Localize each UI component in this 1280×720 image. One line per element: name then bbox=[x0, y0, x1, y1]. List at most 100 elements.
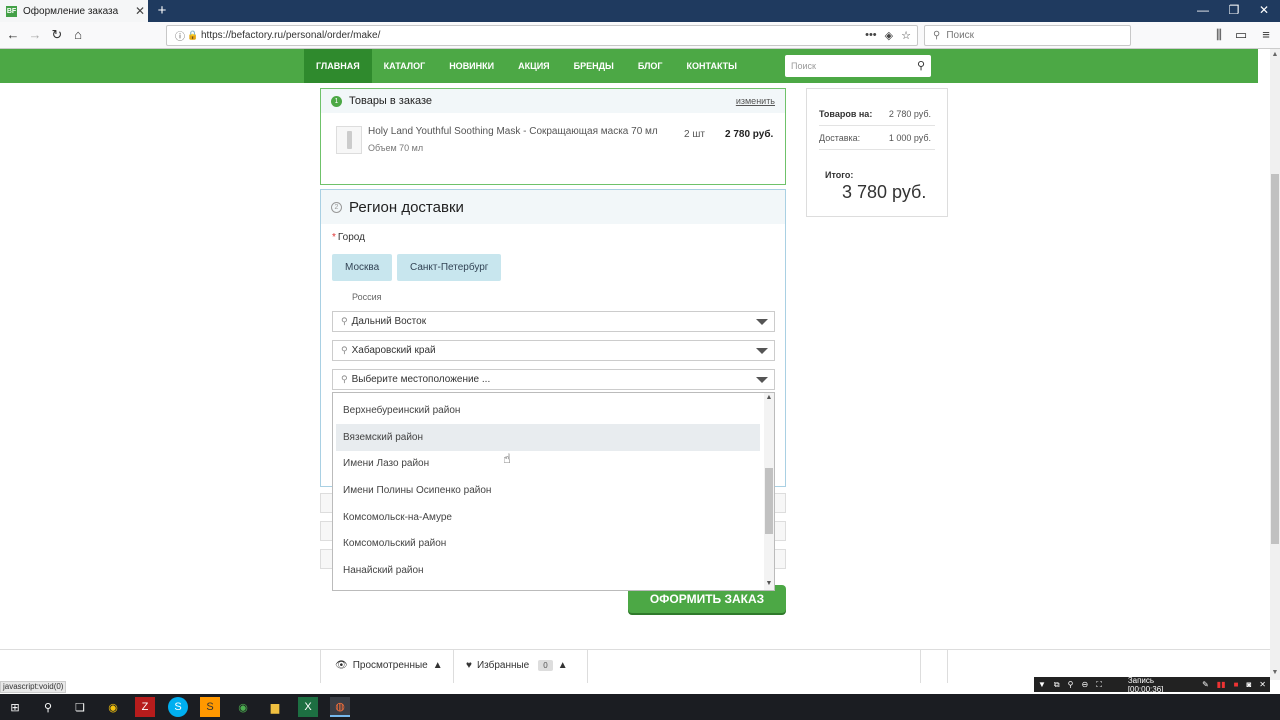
fullscreen-icon[interactable]: ⛶ bbox=[1096, 680, 1102, 690]
delivery-region-title: Регион доставки bbox=[349, 198, 464, 216]
dropdown-scrollbar-thumb[interactable] bbox=[765, 468, 773, 534]
summary-delivery-value: 1 000 руб. bbox=[888, 133, 931, 143]
search-icon: ⚲ bbox=[933, 30, 941, 41]
menu-item-new[interactable]: НОВИНКИ bbox=[437, 49, 506, 83]
home-icon[interactable]: ⌂ bbox=[70, 27, 86, 42]
search-icon[interactable]: ⚲ bbox=[38, 697, 58, 717]
list-item[interactable]: Верхнебуреинский район bbox=[336, 397, 760, 424]
region-select[interactable]: ⚲ Дальний Восток bbox=[332, 311, 775, 332]
summary-total-label: Итого: bbox=[825, 170, 854, 180]
product-quantity: 2 шт bbox=[684, 129, 705, 140]
sidebar-icon[interactable]: ▭ bbox=[1233, 27, 1249, 43]
search-icon: ⚲ bbox=[341, 316, 348, 326]
minimize-icon[interactable]: — bbox=[1193, 3, 1213, 17]
dropdown-scrollbar[interactable]: ▲ ▼ bbox=[764, 393, 774, 590]
library-icon[interactable]: ⫼ bbox=[1211, 27, 1227, 43]
zoom-icon[interactable]: ⚲ bbox=[1068, 680, 1074, 689]
divider bbox=[947, 650, 948, 683]
new-tab-icon[interactable]: + bbox=[154, 2, 170, 19]
menu-item-brands[interactable]: БРЕНДЫ bbox=[562, 49, 626, 83]
list-item[interactable]: Вяземский район bbox=[336, 424, 760, 451]
location-select[interactable]: ⚲ Выберите местоположение ... bbox=[332, 369, 775, 390]
more-actions-icon[interactable]: ••• bbox=[865, 29, 877, 42]
list-item[interactable]: Имени Полины Осипенко район bbox=[336, 477, 760, 504]
menu-item-sale[interactable]: АКЦИЯ bbox=[506, 49, 562, 83]
excel-icon[interactable]: X bbox=[298, 697, 318, 717]
filezilla-icon[interactable]: Z bbox=[135, 697, 155, 717]
chevron-down-icon[interactable] bbox=[756, 348, 768, 354]
page-scrollbar[interactable]: ▲ ▼ bbox=[1270, 49, 1280, 680]
close-icon[interactable]: ✕ bbox=[1259, 680, 1266, 689]
divider bbox=[920, 650, 921, 683]
list-item[interactable]: Комсомольск-на-Амуре bbox=[336, 504, 760, 531]
info-icon[interactable]: ⓘ bbox=[175, 28, 187, 43]
product-price: 2 780 руб. bbox=[725, 129, 774, 140]
subregion-select[interactable]: ⚲ Хабаровский край bbox=[332, 340, 775, 361]
chevron-down-icon[interactable] bbox=[756, 319, 768, 325]
menu-item-catalog[interactable]: КАТАЛОГ bbox=[372, 49, 438, 83]
window-close-icon[interactable]: ✕ bbox=[1254, 3, 1274, 17]
city-spb-button[interactable]: Санкт-Петербург bbox=[397, 254, 502, 281]
search-icon[interactable]: ⚲ bbox=[917, 59, 925, 72]
zoom-out-icon[interactable]: ⊖ bbox=[1082, 680, 1089, 689]
stop-icon[interactable]: ■ bbox=[1234, 680, 1239, 689]
window-icon[interactable]: ⧉ bbox=[1054, 680, 1060, 690]
task-view-icon[interactable]: ❏ bbox=[70, 697, 90, 717]
pen-icon[interactable]: ✎ bbox=[1202, 680, 1209, 689]
required-marker: * bbox=[332, 232, 336, 243]
divider bbox=[587, 650, 588, 683]
firefox-icon[interactable]: ◍ bbox=[330, 697, 350, 717]
browser-tab[interactable]: BF Оформление заказа ✕ bbox=[0, 0, 148, 22]
chrome-icon[interactable]: ◉ bbox=[103, 697, 123, 717]
summary-goods-row: Товаров на: 2 780 руб. bbox=[819, 109, 931, 119]
windows-start-icon[interactable]: ⊞ bbox=[5, 697, 25, 717]
reload-icon[interactable]: ↻ bbox=[49, 27, 65, 43]
scroll-down-icon[interactable]: ▼ bbox=[1270, 669, 1280, 676]
favorites-toggle[interactable]: ♥ Избранные 0 ▲ bbox=[466, 660, 568, 671]
chrome-icon[interactable]: ◉ bbox=[233, 697, 253, 717]
change-order-link[interactable]: изменить bbox=[736, 96, 775, 106]
menu-item-blog[interactable]: БЛОГ bbox=[626, 49, 675, 83]
url-bar[interactable]: ⓘ 🔒 https://befactory.ru/personal/order/… bbox=[166, 25, 918, 46]
scroll-up-icon[interactable]: ▲ bbox=[764, 394, 774, 401]
bookmark-star-icon[interactable]: ☆ bbox=[901, 29, 911, 42]
scroll-down-icon[interactable]: ▼ bbox=[764, 580, 774, 587]
menu-item-contacts[interactable]: КОНТАКТЫ bbox=[675, 49, 749, 83]
menu-item-home[interactable]: ГЛАВНАЯ bbox=[304, 49, 372, 83]
menu-icon[interactable]: ≡ bbox=[1258, 27, 1274, 42]
sublime-icon[interactable]: S bbox=[200, 697, 220, 717]
tab-close-icon[interactable]: ✕ bbox=[132, 4, 148, 18]
camera-icon[interactable]: ◙ bbox=[1246, 680, 1251, 689]
status-bar-url: javascript:void(0) bbox=[0, 681, 66, 693]
summary-goods-label: Товаров на: bbox=[819, 109, 873, 119]
city-moscow-button[interactable]: Москва bbox=[332, 254, 393, 281]
page-scrollbar-thumb[interactable] bbox=[1271, 174, 1279, 544]
list-item[interactable]: Нанайский район bbox=[336, 557, 760, 584]
folder-icon[interactable]: ▆ bbox=[265, 697, 285, 717]
viewed-products-toggle[interactable]: 👁 Просмотренные ▲ bbox=[335, 660, 443, 671]
chevron-down-icon[interactable] bbox=[756, 377, 768, 383]
divider bbox=[453, 650, 454, 683]
product-name[interactable]: Holy Land Youthful Soothing Mask - Сокра… bbox=[368, 126, 658, 137]
list-item[interactable]: Комсомольский район bbox=[336, 530, 760, 557]
back-icon[interactable]: ← bbox=[5, 27, 21, 42]
skype-icon[interactable]: S bbox=[168, 697, 188, 717]
pocket-icon[interactable]: ◈ bbox=[885, 29, 893, 42]
region-select-value: Дальний Восток bbox=[351, 316, 427, 327]
pause-icon[interactable]: ▮▮ bbox=[1217, 680, 1226, 689]
site-favicon-icon: BF bbox=[6, 5, 17, 17]
site-search-input[interactable]: Поиск ⚲ bbox=[785, 55, 931, 77]
restore-icon[interactable]: ❐ bbox=[1224, 3, 1244, 17]
browser-search-input[interactable]: ⚲ Поиск bbox=[924, 25, 1131, 46]
summary-delivery-label: Доставка: bbox=[819, 133, 861, 143]
step-number-badge: 2 bbox=[331, 201, 342, 213]
delivery-region-header: 2 Регион доставки bbox=[321, 190, 785, 224]
favorites-count-badge: 0 bbox=[538, 660, 553, 671]
url-text[interactable]: https://befactory.ru/personal/order/make… bbox=[201, 30, 865, 41]
product-thumbnail[interactable] bbox=[336, 126, 362, 154]
scroll-up-icon[interactable]: ▲ bbox=[1270, 51, 1280, 58]
forward-icon[interactable]: → bbox=[27, 27, 43, 42]
location-dropdown: Верхнебуреинский район Вяземский район И… bbox=[332, 392, 775, 591]
list-item[interactable]: Имени Лазо район bbox=[336, 450, 760, 477]
chevron-down-icon[interactable]: ▼ bbox=[1038, 680, 1046, 689]
